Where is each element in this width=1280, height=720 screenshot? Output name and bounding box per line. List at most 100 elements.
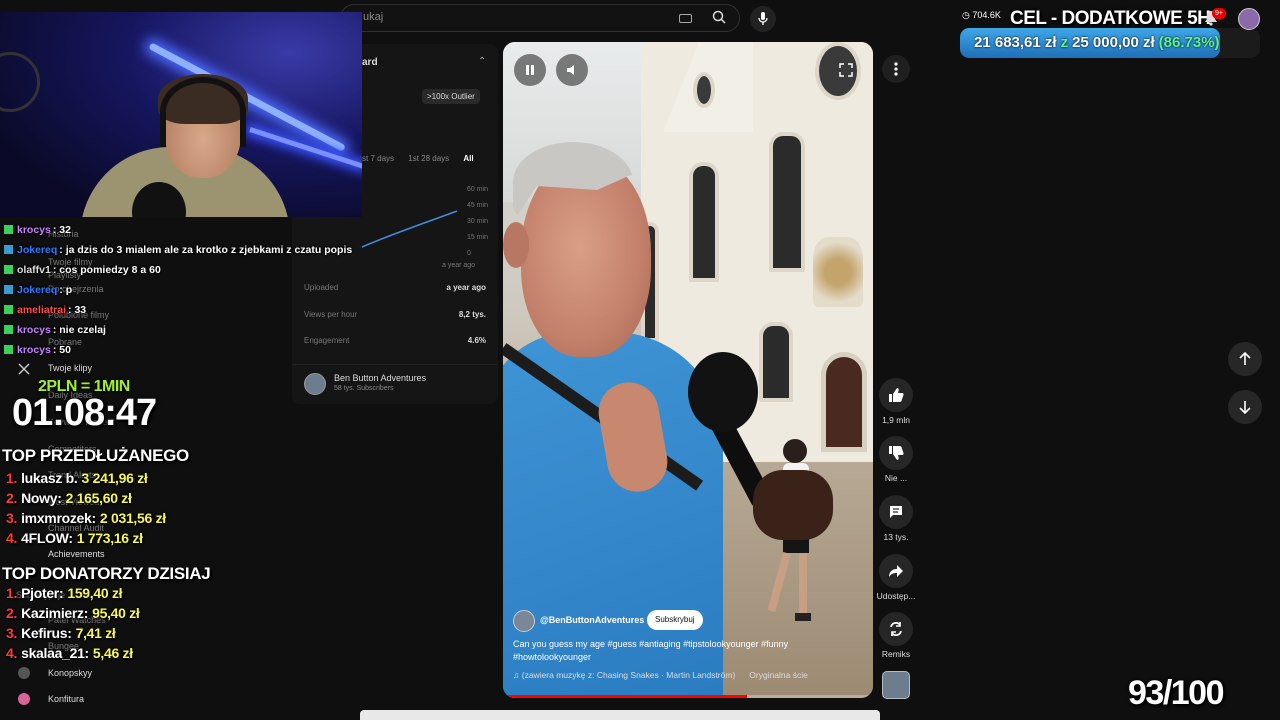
pause-icon: [526, 65, 534, 75]
comments-button[interactable]: [879, 495, 913, 529]
music-credit: (zawiera muzykę z: Chasing Snakes · Mart…: [521, 670, 736, 680]
rank-number: 4.: [6, 530, 18, 546]
goal-title: CEL - DODATKOWE 5H: [1010, 8, 1211, 29]
stat-label: Uploaded: [304, 283, 339, 292]
video-title[interactable]: Can you guess my age #guess #antiaging #…: [513, 638, 833, 664]
crest: [813, 237, 863, 307]
chat-badge-icon: [4, 265, 13, 274]
chat-text: : ja dzis do 3 mialem ale za krotko z zj…: [59, 244, 353, 256]
chat-user: krocys: [17, 224, 51, 236]
video-channel-name[interactable]: @BenButtonAdventures: [540, 615, 644, 625]
rank-name: 4FLOW:: [21, 530, 73, 546]
search-input[interactable]: ukaj: [363, 11, 383, 23]
sidebar-item-achievements[interactable]: Achievements: [48, 549, 105, 559]
search-bar[interactable]: ukaj: [340, 4, 740, 32]
share-button[interactable]: [879, 554, 913, 588]
rank-name: Kefirus:: [21, 625, 72, 641]
tab-28-days[interactable]: 1st 28 days: [408, 154, 449, 163]
analytics-title: ard: [362, 57, 378, 68]
view-counter: ◷ 704.6K: [962, 10, 1001, 21]
volume-icon: [567, 65, 574, 75]
leaderboard-row: 3. Kefirus: 7,41 zł: [6, 625, 116, 641]
video-music[interactable]: ♫ (zawiera muzykę z: Chasing Snakes · Ma…: [513, 670, 808, 680]
sidebar-item-clips[interactable]: Twoje klipy: [48, 363, 92, 373]
headset: [160, 77, 246, 147]
tab-all[interactable]: All: [463, 154, 473, 163]
rank-number: 1.: [6, 585, 18, 601]
bottom-strip: [360, 710, 880, 720]
man-ear: [503, 222, 529, 268]
volume-button[interactable]: [556, 54, 588, 86]
rank-amount: 3 241,96 zł: [81, 470, 148, 486]
x-tick: a year ago: [442, 262, 475, 269]
user-avatar[interactable]: [1238, 8, 1260, 30]
more-button[interactable]: [882, 55, 910, 83]
goal-counter: 93/100: [1128, 674, 1225, 712]
fullscreen-button[interactable]: [833, 57, 859, 83]
fullscreen-icon: [839, 63, 853, 77]
stat-label: Engagement: [304, 336, 350, 345]
keyboard-icon[interactable]: [679, 14, 692, 23]
goal-text: 21 683,61 zł z 25 000,00 zł (86.73%): [974, 34, 1220, 51]
arrow-up-icon: [1239, 352, 1251, 365]
thumbs-down-icon: [889, 446, 904, 460]
chat-message: krocys: 32: [4, 224, 71, 236]
mic-icon: [758, 12, 768, 25]
rank-number: 2.: [6, 605, 18, 621]
chat-message: ameliatrai: 33: [4, 304, 86, 316]
next-video-button[interactable]: [1228, 390, 1262, 424]
rank-name: Kazimierz:: [21, 605, 89, 621]
chat-message: olaffv1: cos pomiedzy 8 a 60: [4, 264, 161, 276]
dislike-button[interactable]: [879, 436, 913, 470]
remix-icon: [890, 622, 902, 636]
stat-value: a year ago: [446, 283, 486, 292]
pause-button[interactable]: [514, 54, 546, 86]
like-count: 1,9 mln: [882, 415, 910, 425]
voice-search-button[interactable]: [750, 6, 776, 32]
window: [693, 72, 715, 108]
sidebar-sub-konopskyy[interactable]: Konopskyy: [48, 668, 92, 678]
outlier-badge: >100x Outlier: [422, 89, 480, 104]
shorts-player[interactable]: @BenButtonAdventures Subskrybuj Can you …: [503, 42, 873, 698]
like-button[interactable]: [879, 378, 913, 412]
door: [821, 352, 867, 452]
chat-text: : 50: [52, 344, 71, 356]
clock-icon: ◷: [962, 10, 973, 20]
subscribe-button[interactable]: Subskrybuj: [647, 610, 703, 630]
search-icon[interactable]: [712, 10, 726, 29]
audio-thumbnail[interactable]: [882, 671, 910, 699]
chat-badge-icon: [4, 305, 13, 314]
chat-text: : p: [59, 284, 73, 296]
chat-badge-icon: [4, 345, 13, 354]
channel-name[interactable]: Ben Button Adventures: [334, 373, 426, 383]
window: [769, 132, 805, 272]
stat-uploaded: Uploaded a year ago: [304, 283, 486, 292]
channel-subscribers: 58 tys. Subscribers: [334, 385, 394, 392]
channel-avatar[interactable]: [513, 610, 535, 632]
konopskyy-avatar: [18, 667, 30, 679]
leaderboard-row: 4. skalaa_21: 5,46 zł: [6, 645, 133, 661]
remix-button[interactable]: [879, 612, 913, 646]
window: [689, 162, 719, 282]
chat-user: krocys: [17, 324, 51, 336]
stat-value: 4.6%: [467, 336, 486, 345]
previous-video-button[interactable]: [1228, 342, 1262, 376]
analytics-channel[interactable]: Ben Button Adventures 58 tys. Subscriber…: [292, 364, 498, 404]
rank-amount: 159,40 zł: [67, 585, 123, 601]
window: [759, 322, 793, 402]
y-tick: 60 min: [467, 186, 488, 193]
y-tick: 15 min: [467, 234, 488, 241]
sidebar-sub-konfitura[interactable]: Konfitura: [48, 694, 84, 704]
chart-line: [361, 210, 458, 248]
leaderboard-row: 2. Nowy: 2 165,60 zł: [6, 490, 132, 506]
interviewer-hand: [753, 470, 833, 540]
chat-user: Jokereq: [17, 244, 58, 256]
y-tick: 30 min: [467, 218, 488, 225]
tab-7-days[interactable]: st 7 days: [362, 154, 394, 163]
chevron-up-icon[interactable]: ⌃: [478, 56, 486, 67]
microphone: [688, 352, 758, 432]
share-label: Udostęp...: [876, 591, 916, 601]
chat-message: Jokereq: p: [4, 284, 72, 296]
rank-name: skalaa_21:: [21, 645, 89, 661]
konfitura-avatar: [18, 693, 30, 705]
